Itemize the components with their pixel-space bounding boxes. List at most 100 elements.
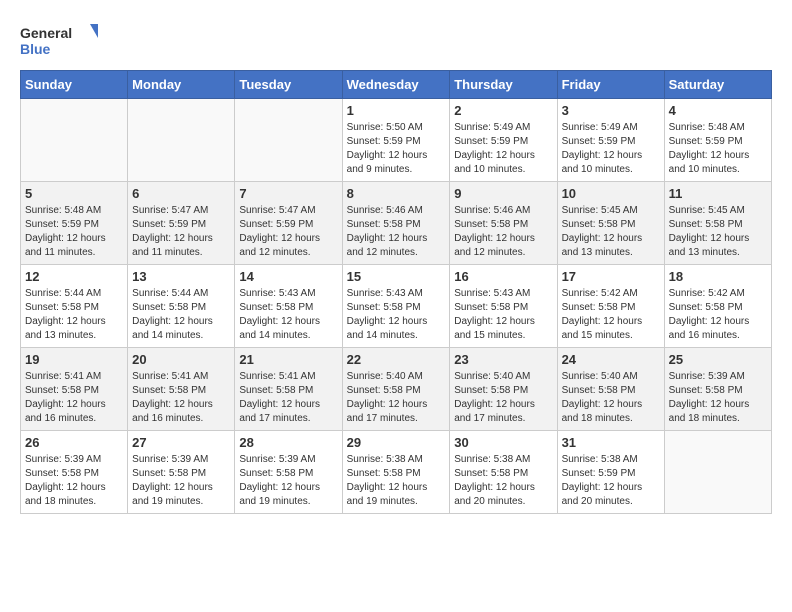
day-info: Sunrise: 5:39 AM Sunset: 5:58 PM Dayligh… — [669, 370, 767, 426]
weekday-header-saturday: Saturday — [664, 71, 771, 99]
calendar-cell: 24Sunrise: 5:40 AM Sunset: 5:58 PM Dayli… — [557, 348, 664, 431]
day-number: 3 — [562, 103, 660, 118]
calendar-cell: 4Sunrise: 5:48 AM Sunset: 5:59 PM Daylig… — [664, 99, 771, 182]
day-number: 16 — [454, 269, 552, 284]
day-number: 10 — [562, 186, 660, 201]
calendar-cell: 21 Sunrise: 5:41 AM Sunset: 5:58 PM Dayli… — [235, 348, 342, 431]
day-info: Sunrise: 5:43 AM Sunset: 5:58 PM Dayligh… — [239, 287, 337, 343]
calendar-cell: 22 Sunrise: 5:40 AM Sunset: 5:58 PM Dayli… — [342, 348, 450, 431]
day-info: Sunrise: 5:40 AM Sunset: 5:58 PM Dayligh… — [347, 370, 446, 426]
day-number: 2 — [454, 103, 552, 118]
day-info: Sunrise: 5:38 AM Sunset: 5:59 PM Dayligh… — [562, 453, 660, 509]
logo-svg: General Blue — [20, 20, 100, 60]
day-info: Sunrise: 5:47 AM Sunset: 5:59 PM Dayligh… — [239, 204, 337, 260]
calendar-cell: 12 Sunrise: 5:44 AM Sunset: 5:58 PM Dayli… — [21, 265, 128, 348]
weekday-header-thursday: Thursday — [450, 71, 557, 99]
calendar-cell: 29 Sunrise: 5:38 AM Sunset: 5:58 PM Dayli… — [342, 431, 450, 514]
calendar-cell: 8 Sunrise: 5:46 AM Sunset: 5:58 PM Daylig… — [342, 182, 450, 265]
day-number: 20 — [132, 352, 230, 367]
calendar-cell: 16 Sunrise: 5:43 AM Sunset: 5:58 PM Dayli… — [450, 265, 557, 348]
calendar-cell: 25 Sunrise: 5:39 AM Sunset: 5:58 PM Dayli… — [664, 348, 771, 431]
week-row-3: 19 Sunrise: 5:41 AM Sunset: 5:58 PM Dayli… — [21, 348, 772, 431]
calendar-cell: 13 Sunrise: 5:44 AM Sunset: 5:58 PM Dayli… — [128, 265, 235, 348]
week-row-4: 26 Sunrise: 5:39 AM Sunset: 5:58 PM Dayli… — [21, 431, 772, 514]
week-row-0: 1Sunrise: 5:50 AM Sunset: 5:59 PM Daylig… — [21, 99, 772, 182]
day-number: 25 — [669, 352, 767, 367]
calendar-cell: 11Sunrise: 5:45 AM Sunset: 5:58 PM Dayli… — [664, 182, 771, 265]
week-row-1: 5Sunrise: 5:48 AM Sunset: 5:59 PM Daylig… — [21, 182, 772, 265]
day-number: 6 — [132, 186, 230, 201]
day-info: Sunrise: 5:44 AM Sunset: 5:58 PM Dayligh… — [25, 287, 123, 343]
calendar-cell — [235, 99, 342, 182]
day-info: Sunrise: 5:46 AM Sunset: 5:58 PM Dayligh… — [347, 204, 446, 260]
calendar-cell — [664, 431, 771, 514]
day-info: Sunrise: 5:41 AM Sunset: 5:58 PM Dayligh… — [132, 370, 230, 426]
day-number: 27 — [132, 435, 230, 450]
calendar-cell — [128, 99, 235, 182]
svg-text:Blue: Blue — [20, 41, 51, 57]
calendar-cell: 28 Sunrise: 5:39 AM Sunset: 5:58 PM Dayli… — [235, 431, 342, 514]
calendar-cell: 2 Sunrise: 5:49 AM Sunset: 5:59 PM Daylig… — [450, 99, 557, 182]
day-number: 26 — [25, 435, 123, 450]
calendar-cell: 31Sunrise: 5:38 AM Sunset: 5:59 PM Dayli… — [557, 431, 664, 514]
weekday-header-row: SundayMondayTuesdayWednesdayThursdayFrid… — [21, 71, 772, 99]
weekday-header-monday: Monday — [128, 71, 235, 99]
day-number: 24 — [562, 352, 660, 367]
day-number: 8 — [347, 186, 446, 201]
page-header: General Blue — [20, 20, 772, 60]
calendar-table: SundayMondayTuesdayWednesdayThursdayFrid… — [20, 70, 772, 514]
calendar-cell: 14Sunrise: 5:43 AM Sunset: 5:58 PM Dayli… — [235, 265, 342, 348]
calendar-cell: 17 Sunrise: 5:42 AM Sunset: 5:58 PM Dayli… — [557, 265, 664, 348]
weekday-header-friday: Friday — [557, 71, 664, 99]
day-info: Sunrise: 5:46 AM Sunset: 5:58 PM Dayligh… — [454, 204, 552, 260]
logo: General Blue — [20, 20, 100, 60]
day-number: 13 — [132, 269, 230, 284]
day-info: Sunrise: 5:49 AM Sunset: 5:59 PM Dayligh… — [562, 121, 660, 177]
calendar-cell: 10 Sunrise: 5:45 AM Sunset: 5:58 PM Dayli… — [557, 182, 664, 265]
calendar-cell: 3 Sunrise: 5:49 AM Sunset: 5:59 PM Daylig… — [557, 99, 664, 182]
day-number: 11 — [669, 186, 767, 201]
day-number: 5 — [25, 186, 123, 201]
day-number: 22 — [347, 352, 446, 367]
calendar-cell: 23 Sunrise: 5:40 AM Sunset: 5:58 PM Dayli… — [450, 348, 557, 431]
calendar-cell: 18 Sunrise: 5:42 AM Sunset: 5:58 PM Dayli… — [664, 265, 771, 348]
weekday-header-tuesday: Tuesday — [235, 71, 342, 99]
day-number: 23 — [454, 352, 552, 367]
day-number: 9 — [454, 186, 552, 201]
week-row-2: 12 Sunrise: 5:44 AM Sunset: 5:58 PM Dayli… — [21, 265, 772, 348]
calendar-cell: 1Sunrise: 5:50 AM Sunset: 5:59 PM Daylig… — [342, 99, 450, 182]
calendar-cell: 15Sunrise: 5:43 AM Sunset: 5:58 PM Dayli… — [342, 265, 450, 348]
day-number: 30 — [454, 435, 552, 450]
day-info: Sunrise: 5:40 AM Sunset: 5:58 PM Dayligh… — [454, 370, 552, 426]
calendar-cell: 9 Sunrise: 5:46 AM Sunset: 5:58 PM Daylig… — [450, 182, 557, 265]
day-number: 4 — [669, 103, 767, 118]
day-info: Sunrise: 5:44 AM Sunset: 5:58 PM Dayligh… — [132, 287, 230, 343]
day-info: Sunrise: 5:41 AM Sunset: 5:58 PM Dayligh… — [25, 370, 123, 426]
day-info: Sunrise: 5:43 AM Sunset: 5:58 PM Dayligh… — [454, 287, 552, 343]
day-info: Sunrise: 5:38 AM Sunset: 5:58 PM Dayligh… — [347, 453, 446, 509]
day-number: 28 — [239, 435, 337, 450]
calendar-cell: 7 Sunrise: 5:47 AM Sunset: 5:59 PM Daylig… — [235, 182, 342, 265]
day-number: 21 — [239, 352, 337, 367]
calendar-cell: 26 Sunrise: 5:39 AM Sunset: 5:58 PM Dayli… — [21, 431, 128, 514]
day-info: Sunrise: 5:41 AM Sunset: 5:58 PM Dayligh… — [239, 370, 337, 426]
day-number: 7 — [239, 186, 337, 201]
day-number: 29 — [347, 435, 446, 450]
day-info: Sunrise: 5:49 AM Sunset: 5:59 PM Dayligh… — [454, 121, 552, 177]
day-info: Sunrise: 5:42 AM Sunset: 5:58 PM Dayligh… — [562, 287, 660, 343]
day-number: 18 — [669, 269, 767, 284]
day-number: 17 — [562, 269, 660, 284]
calendar-cell — [21, 99, 128, 182]
svg-text:General: General — [20, 25, 72, 41]
day-info: Sunrise: 5:39 AM Sunset: 5:58 PM Dayligh… — [239, 453, 337, 509]
day-info: Sunrise: 5:39 AM Sunset: 5:58 PM Dayligh… — [25, 453, 123, 509]
day-info: Sunrise: 5:45 AM Sunset: 5:58 PM Dayligh… — [562, 204, 660, 260]
day-number: 12 — [25, 269, 123, 284]
day-info: Sunrise: 5:38 AM Sunset: 5:58 PM Dayligh… — [454, 453, 552, 509]
weekday-header-sunday: Sunday — [21, 71, 128, 99]
day-info: Sunrise: 5:47 AM Sunset: 5:59 PM Dayligh… — [132, 204, 230, 260]
weekday-header-wednesday: Wednesday — [342, 71, 450, 99]
day-info: Sunrise: 5:50 AM Sunset: 5:59 PM Dayligh… — [347, 121, 446, 177]
day-number: 19 — [25, 352, 123, 367]
day-info: Sunrise: 5:42 AM Sunset: 5:58 PM Dayligh… — [669, 287, 767, 343]
